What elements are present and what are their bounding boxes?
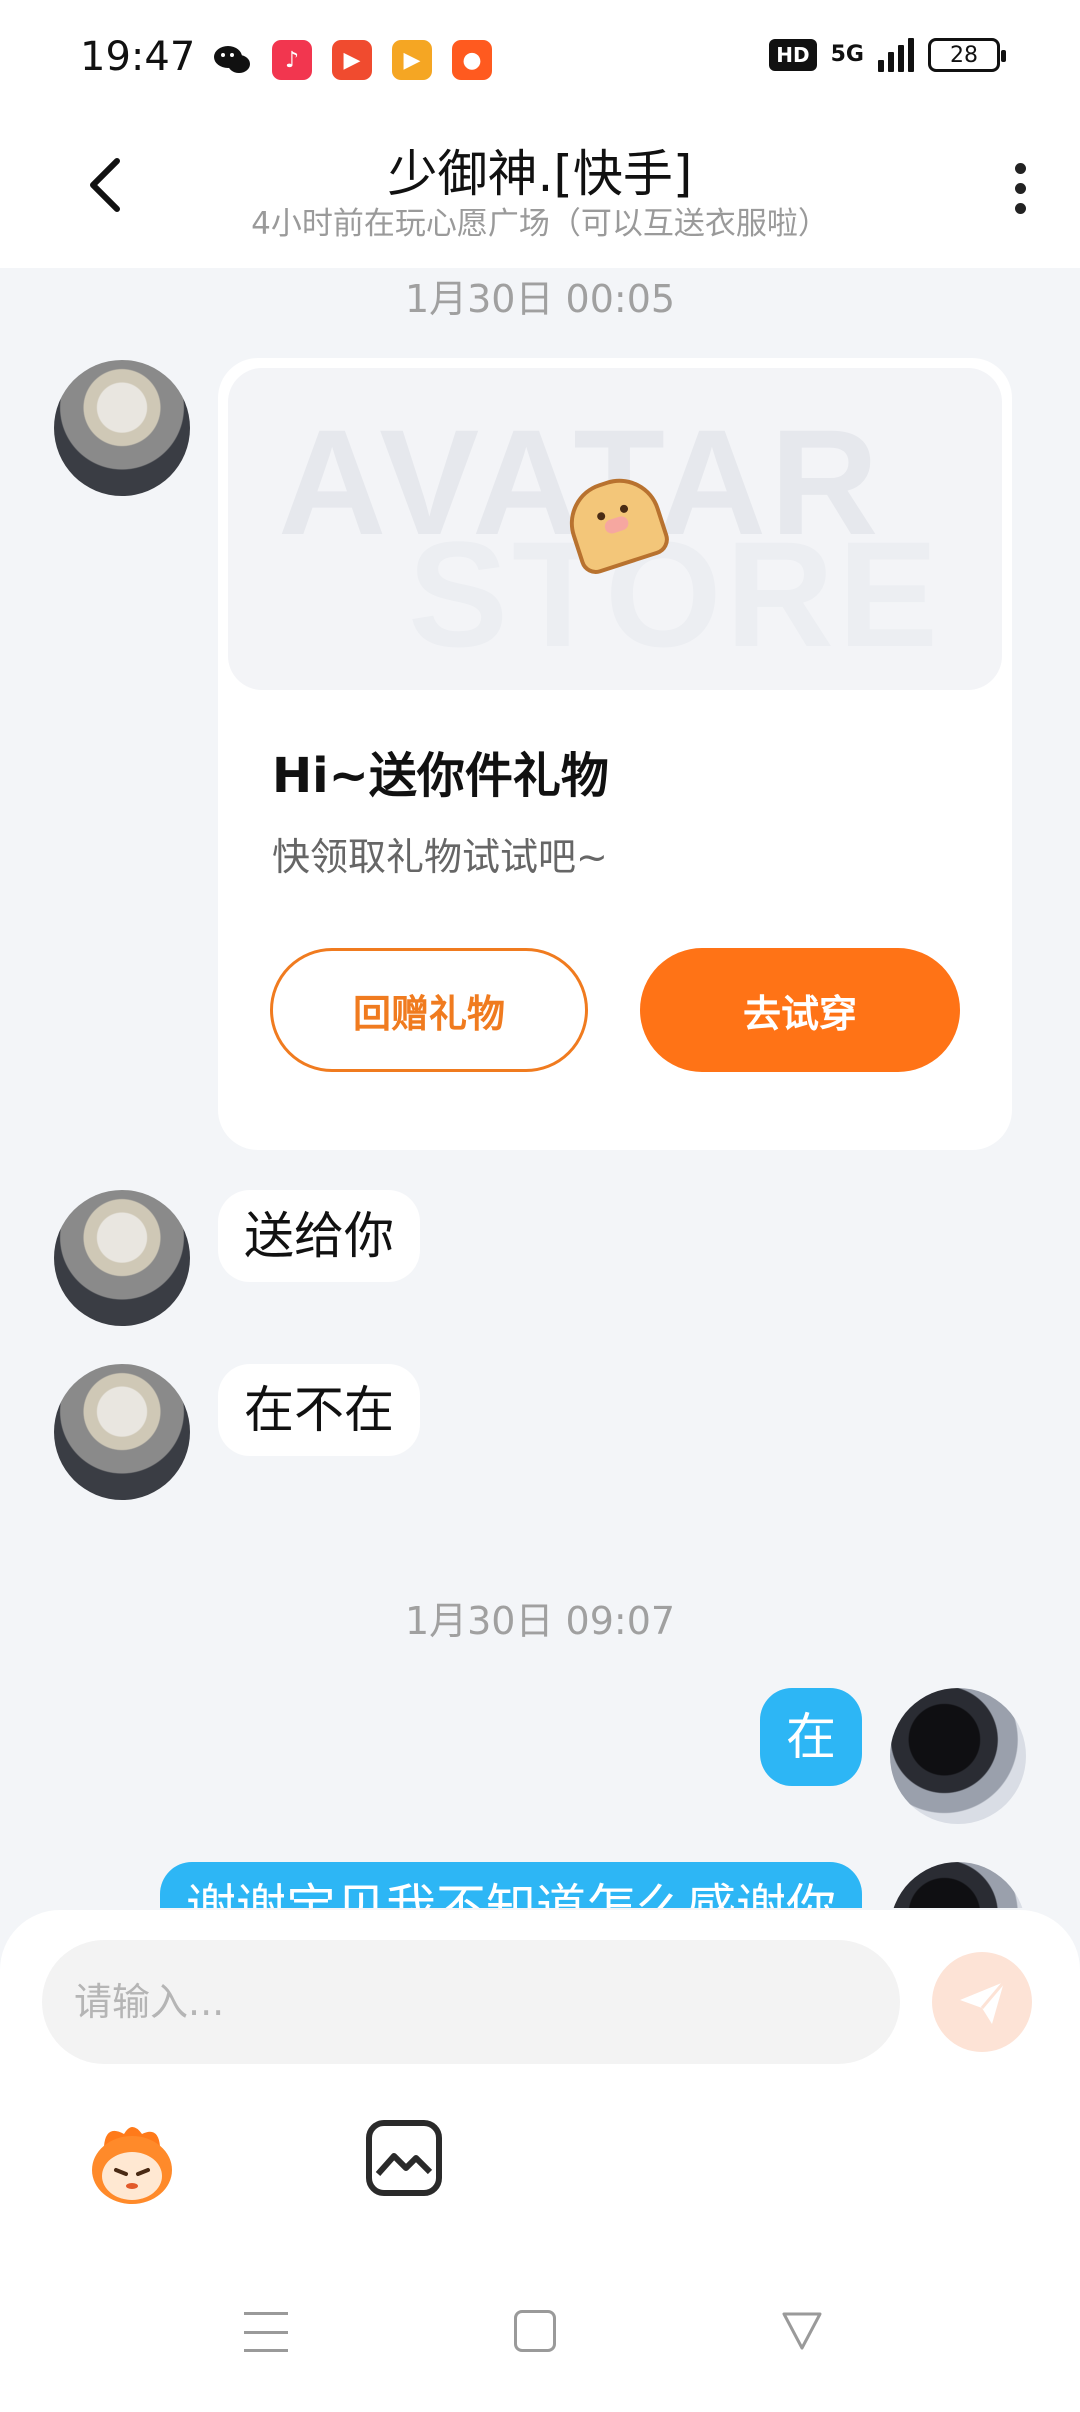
my-avatar[interactable] (890, 1862, 1026, 1908)
send-button[interactable] (932, 1952, 1032, 2052)
network-type: 5G (830, 42, 864, 67)
send-icon (960, 1981, 1006, 2024)
chat-header: 少御神.[快手] 4小时前在玩心愿广场（可以互送衣服啦） (0, 120, 1080, 268)
image-icon (375, 2153, 433, 2176)
toast-nose (603, 514, 631, 536)
message-input[interactable] (42, 1940, 900, 2064)
more-dot (1014, 182, 1026, 194)
message-bubble[interactable]: 送给你 (218, 1190, 420, 1282)
more-dot (1014, 202, 1026, 214)
music-app-icon: ♪ (272, 40, 312, 80)
chat-messages[interactable]: 1月30日 00:05 AVATAR STORE Hi~送你件礼物 快领取礼物试… (0, 268, 1080, 1908)
message-bubble[interactable]: 谢谢宝贝我不知道怎么感谢你 (160, 1862, 862, 1908)
my-avatar[interactable] (890, 1688, 1026, 1824)
system-nav-bar (0, 2250, 1080, 2412)
more-dot (1014, 162, 1026, 174)
kuaishou-app-icon: ● (452, 40, 492, 80)
battery-icon: 28 (928, 38, 1006, 72)
video-app-icon: ▶ (332, 40, 372, 80)
contact-avatar[interactable] (54, 360, 190, 496)
gift-description: 快领取礼物试试吧~ (272, 835, 608, 879)
home-button[interactable] (514, 2310, 556, 2352)
emoji-button[interactable] (84, 2118, 180, 2208)
message-bubble[interactable]: 在不在 (218, 1364, 420, 1456)
timestamp: 1月30日 00:05 (404, 277, 676, 321)
return-gift-button[interactable]: 回赠礼物 (270, 948, 588, 1072)
signal-icon (878, 38, 914, 72)
toast-eye (618, 503, 630, 514)
status-bar: 19:47 ♪ ▶ ▶ ● HD 5G 28 (0, 0, 1080, 120)
more-button[interactable] (960, 150, 1080, 226)
player-app-icon: ▶ (392, 40, 432, 80)
status-time: 19:47 (80, 34, 196, 80)
back-nav-icon[interactable] (780, 2308, 824, 2352)
gift-banner: AVATAR STORE (228, 368, 1002, 690)
menu-line (244, 2330, 288, 2334)
watermark-text: STORE (408, 510, 943, 678)
timestamp: 1月30日 09:07 (404, 1599, 676, 1643)
menu-line (244, 2312, 288, 2315)
gift-title: Hi~送你件礼物 (272, 748, 609, 804)
toast-eye (596, 511, 607, 522)
menu-line (244, 2349, 288, 2352)
battery-level: 28 (950, 42, 978, 68)
gift-card[interactable]: AVATAR STORE Hi~送你件礼物 快领取礼物试试吧~ 回赠礼物 去试穿 (218, 358, 1012, 1150)
contact-status: 4小时前在玩心愿广场（可以互送衣服啦） (251, 206, 829, 242)
status-indicators: HD 5G 28 (769, 38, 1006, 72)
hd-badge: HD (769, 39, 817, 71)
status-app-icons: ♪ ▶ ▶ ● (212, 40, 492, 80)
contact-avatar[interactable] (54, 1364, 190, 1500)
menu-button[interactable] (244, 2312, 288, 2352)
contact-avatar[interactable] (54, 1190, 190, 1326)
message-bubble[interactable]: 在 (760, 1688, 862, 1786)
emoji-icon (92, 2127, 172, 2204)
page-title: 少御神.[快手] (387, 145, 693, 203)
wechat-icon (212, 40, 252, 80)
try-on-button[interactable]: 去试穿 (640, 948, 960, 1072)
image-button[interactable] (366, 2120, 442, 2196)
input-panel (0, 1910, 1080, 2250)
